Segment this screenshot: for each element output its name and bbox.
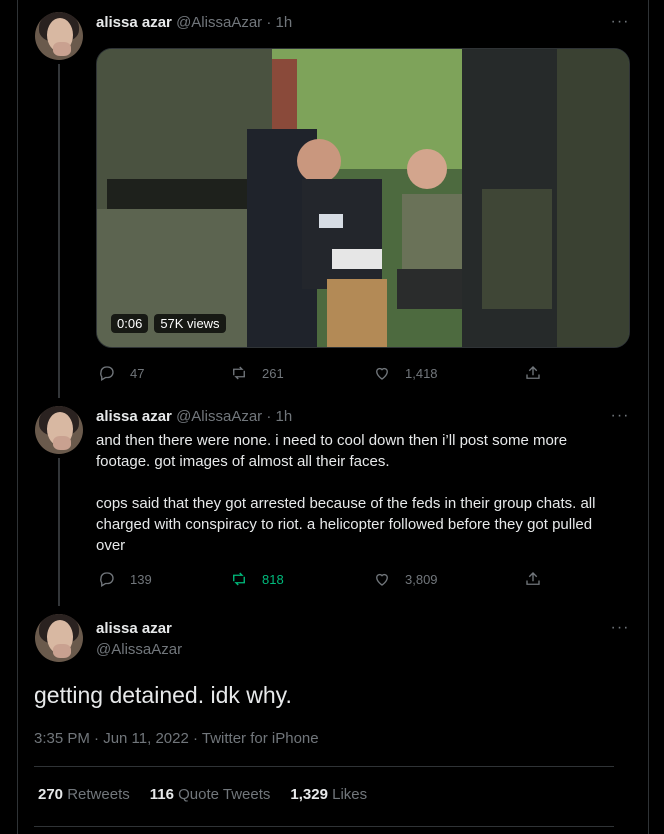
more-icon[interactable]: ···: [610, 620, 630, 636]
quotes-label: Quote Tweets: [178, 786, 271, 803]
likes-count: 1,329: [290, 786, 328, 803]
retweet-button[interactable]: 818: [230, 570, 284, 588]
share-icon: [526, 366, 540, 379]
quotes-stat[interactable]: 116 Quote Tweets: [150, 786, 271, 803]
like-button[interactable]: 3,809: [373, 570, 438, 588]
avatar[interactable]: [35, 406, 83, 454]
reply-button[interactable]: 139: [98, 570, 152, 588]
tweet-actions: 47 261 1,418: [96, 364, 630, 384]
retweet-count: 261: [262, 365, 284, 381]
retweets-label: Retweets: [67, 786, 130, 803]
avatar[interactable]: [35, 12, 83, 60]
thread-line: [58, 458, 60, 606]
like-count: 3,809: [405, 571, 438, 587]
more-icon[interactable]: ···: [610, 14, 630, 30]
reply-count: 139: [130, 571, 152, 587]
tweet-time[interactable]: · 1h: [266, 408, 292, 425]
quotes-count: 116: [149, 786, 174, 803]
share-icon: [526, 572, 540, 585]
tweet-actions: 139 818 3,809: [96, 570, 630, 590]
reply-icon: [100, 366, 114, 381]
reply-icon: [100, 572, 114, 587]
author-name[interactable]: alissa azar: [96, 14, 172, 31]
tweet-meta[interactable]: 3:35 PM · Jun 11, 2022 · Twitter for iPh…: [34, 730, 319, 747]
tweet-header: alissa azar @AlissaAzar · 1h: [96, 14, 292, 31]
like-icon: [376, 573, 388, 586]
reply-button[interactable]: 47: [98, 364, 144, 382]
likes-stat[interactable]: 1,329 Likes: [290, 786, 367, 803]
author-handle[interactable]: @AlissaAzar: [176, 14, 262, 31]
tweet-header: alissa azar @AlissaAzar · 1h: [96, 408, 292, 425]
retweets-count: 270: [38, 786, 64, 803]
retweets-stat[interactable]: 270 Retweets: [38, 786, 130, 803]
retweet-icon: [233, 572, 245, 586]
divider: [34, 766, 614, 767]
video-duration: 0:06: [111, 314, 149, 333]
tweet-text: and then there were none. i need to cool…: [96, 432, 596, 554]
likes-label: Likes: [332, 786, 368, 803]
thread-line: [58, 64, 60, 398]
author-name[interactable]: alissa azar: [96, 620, 172, 637]
more-icon[interactable]: ···: [610, 408, 630, 424]
video-thumbnail: [97, 49, 629, 347]
like-button[interactable]: 1,418: [373, 364, 438, 382]
tweet-video[interactable]: 0:06 57K views: [96, 48, 630, 348]
retweet-count: 818: [262, 571, 284, 587]
like-count: 1,418: [405, 365, 438, 381]
retweet-icon: [233, 366, 245, 380]
share-button[interactable]: [524, 364, 542, 382]
author-name[interactable]: alissa azar: [96, 408, 172, 425]
tweet-time[interactable]: · 1h: [266, 14, 292, 31]
tweet-stats: 270 Retweets 116 Quote Tweets 1,329 Like…: [38, 786, 367, 803]
video-views: 57K views: [154, 314, 226, 333]
author-name-text: alissa azar: [96, 620, 172, 637]
divider: [34, 826, 614, 827]
avatar[interactable]: [35, 614, 83, 662]
share-button[interactable]: [524, 570, 542, 588]
author-handle[interactable]: @AlissaAzar: [176, 408, 262, 425]
author-handle[interactable]: @AlissaAzar: [96, 641, 182, 658]
like-icon: [376, 367, 388, 380]
reply-count: 47: [130, 365, 145, 381]
main-tweet-text: getting detained. idk why.: [34, 682, 292, 708]
retweet-button[interactable]: 261: [230, 364, 284, 382]
video-badge: 0:06 57K views: [111, 314, 226, 333]
